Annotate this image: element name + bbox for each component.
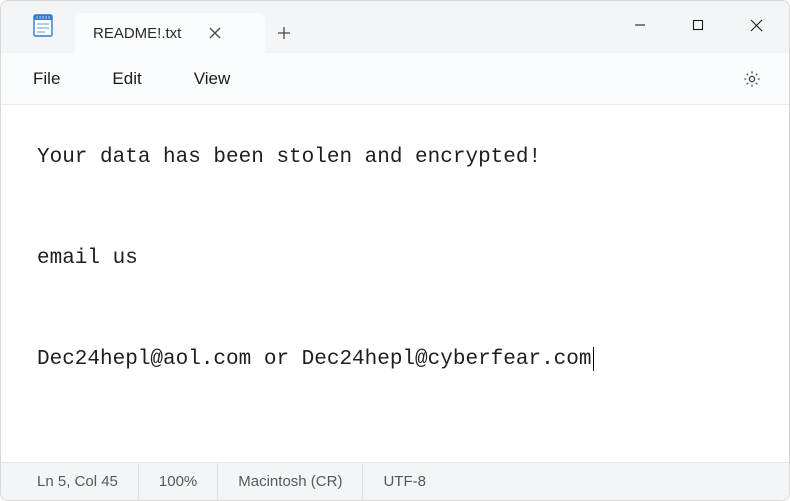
menu-view[interactable]: View <box>184 63 259 95</box>
maximize-icon <box>692 19 704 31</box>
text-caret <box>593 347 594 371</box>
menu-edit[interactable]: Edit <box>102 63 169 95</box>
statusbar: Ln 5, Col 45 100% Macintosh (CR) UTF-8 <box>1 462 789 500</box>
editor-area[interactable]: Your data has been stolen and encrypted!… <box>1 105 789 462</box>
document-line: Your data has been stolen and encrypted! <box>37 146 541 169</box>
status-position[interactable]: Ln 5, Col 45 <box>1 463 139 500</box>
status-zoom[interactable]: 100% <box>139 463 218 500</box>
status-line-ending[interactable]: Macintosh (CR) <box>218 463 363 500</box>
notepad-icon <box>29 11 57 39</box>
menubar: File Edit View <box>1 53 789 105</box>
tab-readme[interactable]: README!.txt <box>75 13 265 53</box>
settings-button[interactable] <box>733 60 771 98</box>
maximize-button[interactable] <box>669 1 727 49</box>
titlebar: README!.txt <box>1 1 789 53</box>
close-icon <box>209 27 221 39</box>
document-line: Dec24hepl@aol.com or Dec24hepl@cyberfear… <box>37 348 592 371</box>
close-icon <box>750 19 763 32</box>
minimize-button[interactable] <box>611 1 669 49</box>
close-tab-button[interactable] <box>201 19 229 47</box>
document-line: email us <box>37 247 138 270</box>
plus-icon <box>277 26 291 40</box>
close-window-button[interactable] <box>727 1 785 49</box>
minimize-icon <box>634 19 646 31</box>
menu-file[interactable]: File <box>23 63 88 95</box>
new-tab-button[interactable] <box>265 13 303 53</box>
window-controls <box>611 1 785 49</box>
tab-title: README!.txt <box>93 25 181 42</box>
gear-icon <box>742 69 762 89</box>
status-encoding[interactable]: UTF-8 <box>363 463 446 500</box>
